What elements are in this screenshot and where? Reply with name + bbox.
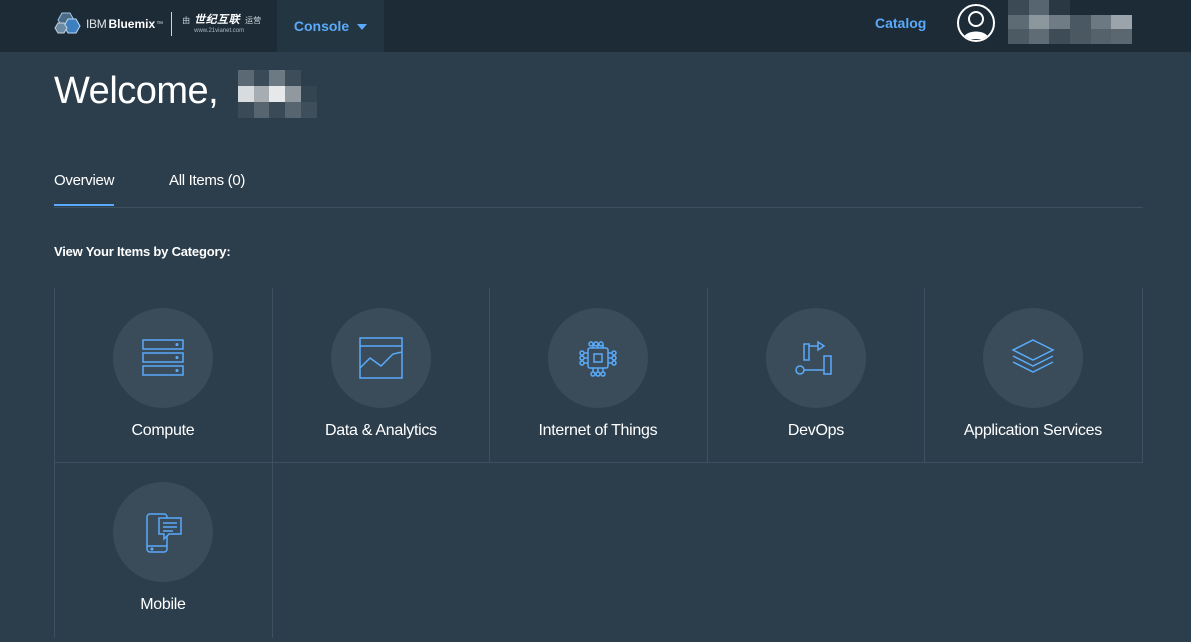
layers-icon	[1011, 339, 1055, 373]
brand-trademark: ™	[156, 20, 164, 28]
catalog-link[interactable]: Catalog	[875, 15, 926, 31]
category-section-label: View Your Items by Category:	[54, 244, 231, 259]
bluemix-logo[interactable]: IBM Bluemix ™ 由 世纪互联 运营 www.21vianet.com	[54, 10, 261, 38]
category-icon-circle	[983, 308, 1083, 408]
pipeline-icon	[795, 340, 832, 375]
active-tab-indicator	[54, 204, 115, 206]
category-label: DevOps	[787, 422, 844, 439]
tab-overview[interactable]: Overview	[54, 172, 114, 207]
category-compute[interactable]: Compute	[54, 288, 272, 462]
category-devops[interactable]: DevOps	[707, 288, 925, 462]
tab-overview-label: Overview	[54, 172, 115, 189]
user-name-redacted-large	[222, 70, 333, 118]
brand-bluemix: Bluemix	[108, 17, 156, 31]
logo-divider	[171, 12, 173, 36]
brand-ibm: IBM	[86, 17, 107, 31]
category-label: Data & Analytics	[325, 422, 437, 439]
chevron-down-icon	[357, 24, 368, 30]
grid-line	[1142, 288, 1143, 462]
user-name-redacted[interactable]	[1008, 0, 1132, 44]
mobile-chat-icon	[146, 513, 182, 553]
user-icon	[963, 11, 989, 39]
welcome-heading: Welcome,	[54, 70, 333, 120]
chart-icon	[359, 337, 403, 379]
category-label: Application Services	[963, 422, 1102, 439]
chip-icon	[579, 341, 617, 377]
category-icon-circle	[331, 308, 431, 408]
tab-all-items-label: All Items (0)	[169, 172, 246, 189]
category-data-analytics[interactable]: Data & Analytics	[272, 288, 490, 462]
partner-url: www.21vianet.com	[194, 27, 245, 34]
tab-bar: Overview All Items (0)	[54, 172, 1143, 208]
bluemix-logo-icon	[54, 12, 81, 34]
category-internet-of-things[interactable]: Internet of Things	[489, 288, 707, 462]
category-icon-circle	[766, 308, 866, 408]
welcome-text: Welcome,	[54, 70, 219, 112]
top-bar: IBM Bluemix ™ 由 世纪互联 运营 www.21vianet.com…	[0, 0, 1191, 52]
category-grid: Compute Data & Analytics Internet of Thi…	[54, 288, 1143, 642]
category-mobile[interactable]: Mobile	[54, 462, 272, 636]
partner-operated: 运营	[245, 15, 262, 25]
category-application-services[interactable]: Application Services	[924, 288, 1142, 462]
category-icon-circle	[113, 308, 213, 408]
server-stack-icon	[142, 339, 184, 376]
category-label: Mobile	[140, 596, 186, 613]
console-label: Console	[293, 18, 350, 34]
partner-name: 世纪互联	[194, 13, 241, 26]
category-icon-circle	[113, 482, 213, 582]
partner-logo: 由 世纪互联 运营 www.21vianet.com	[182, 13, 262, 34]
console-menu-button[interactable]: Console	[277, 0, 384, 52]
category-icon-circle	[548, 308, 648, 408]
category-label: Compute	[131, 422, 195, 439]
partner-by: 由	[182, 15, 191, 25]
tab-all-items[interactable]: All Items (0)	[169, 172, 245, 207]
category-label: Internet of Things	[538, 422, 658, 439]
user-avatar[interactable]	[957, 4, 995, 42]
